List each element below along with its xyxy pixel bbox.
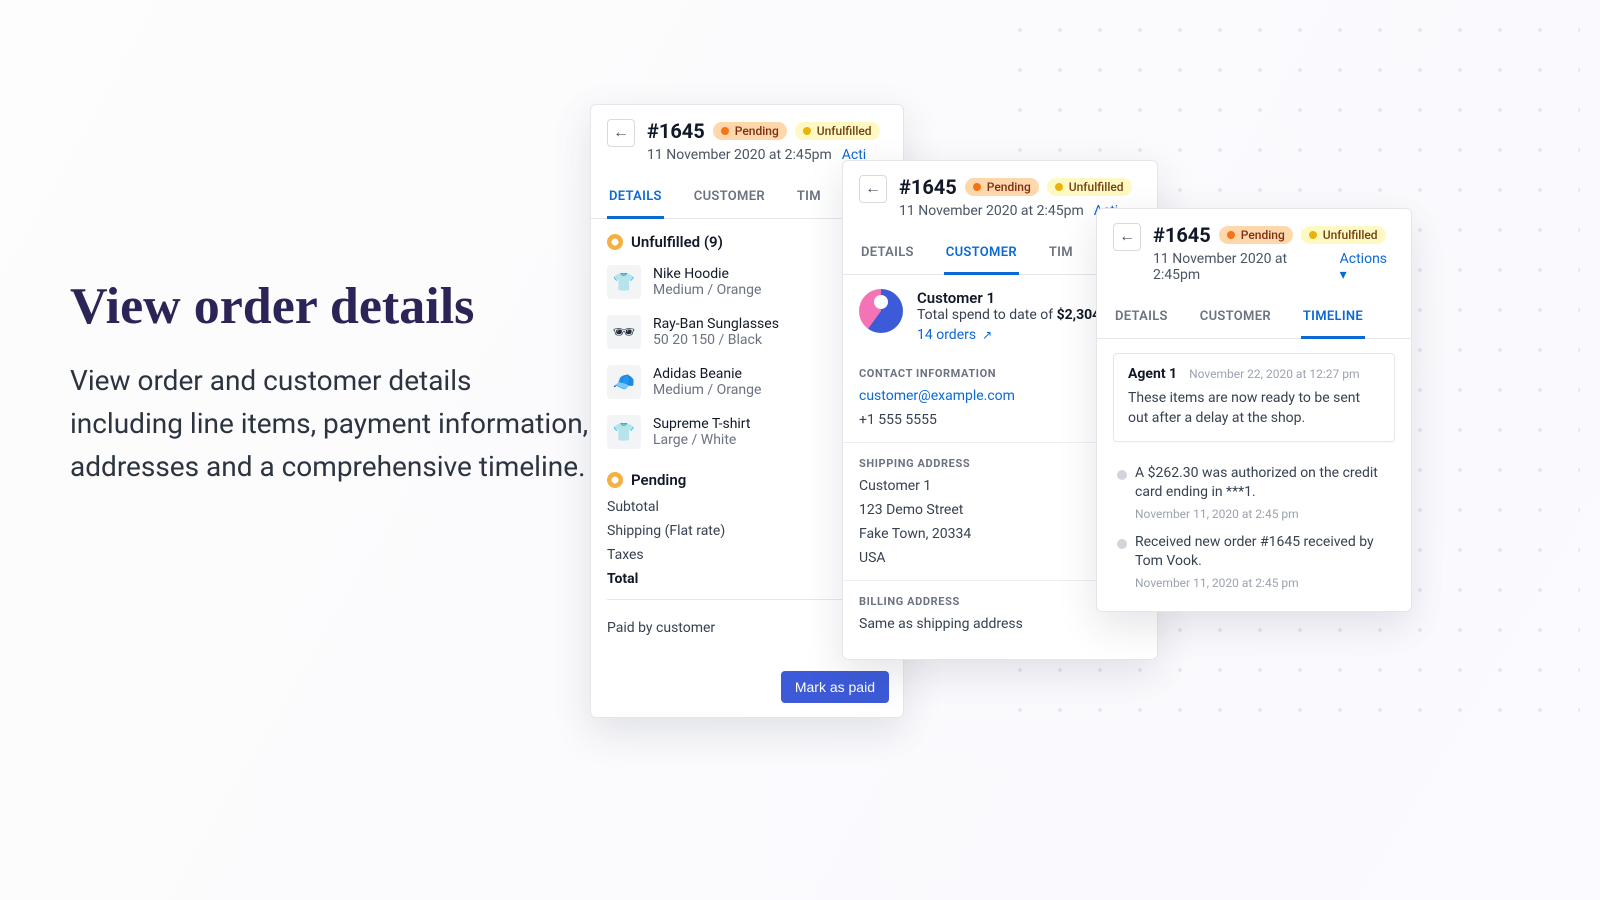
tab-customer[interactable]: CUSTOMER [944,235,1019,275]
page-heading: View order details [70,280,590,335]
status-badge-pending: Pending [1219,226,1293,244]
order-id: #1645 [647,119,705,143]
product-variant: Medium / Orange [653,282,867,298]
unfulfilled-header: Unfulfilled (9) [631,233,723,251]
timeline-time: November 11, 2020 at 2:45 pm [1135,507,1395,521]
shipping-label: Shipping (Flat rate) [607,523,725,539]
tab-customer[interactable]: CUSTOMER [692,179,767,218]
customer-avatar [859,289,903,333]
timeline-event: Received new order #1645 received by Tom… [1097,525,1411,594]
customer-spend: Total spend to date of $2,304.0 [917,307,1112,323]
taxes-label: Taxes [607,547,644,563]
status-badge-unfulfilled: Unfulfilled [795,122,880,140]
timeline-event: A $262.30 was authorized on the credit c… [1097,456,1411,525]
status-badge-pending: Pending [965,178,1039,196]
mark-as-paid-button[interactable]: Mark as paid [781,671,889,703]
status-badge-unfulfilled: Unfulfilled [1301,226,1386,244]
customer-name: Customer 1 [917,289,1112,307]
tab-details[interactable]: DETAILS [607,179,664,219]
product-variant: Medium / Orange [653,382,867,398]
page-subheading: View order and customer details includin… [70,359,590,489]
order-id: #1645 [899,175,957,199]
product-variant: Large / White [653,432,867,448]
tab-details[interactable]: DETAILS [1113,299,1170,338]
tab-details[interactable]: DETAILS [859,235,916,274]
order-timestamp: 11 November 2020 at 2:45pm [1153,251,1330,283]
tab-timeline[interactable]: TIM [1047,235,1075,274]
note-body: These items are now ready to be sent out… [1128,388,1380,429]
order-id: #1645 [1153,223,1211,247]
actions-menu[interactable]: Actions ▾ [1340,251,1395,283]
total-label: Total [607,571,638,587]
product-variant: 50 20 150 / Black [653,332,867,348]
unfulfilled-icon [607,234,623,250]
product-name: Supreme T-shirt [653,416,867,432]
order-timeline-card: ← #1645 Pending Unfulfilled 11 November … [1096,208,1412,612]
pending-icon [607,472,623,488]
product-name: Adidas Beanie [653,366,867,382]
timeline-note: Agent 1 November 22, 2020 at 12:27 pm The… [1113,353,1395,442]
back-button[interactable]: ← [1113,223,1141,251]
timeline-text: Received new order #1645 received by Tom… [1135,533,1395,572]
product-thumb: 👕 [607,415,641,449]
note-author: Agent 1 [1128,366,1177,382]
order-timestamp: 11 November 2020 at 2:45pm [899,203,1084,219]
product-name: Nike Hoodie [653,266,867,282]
product-name: Ray-Ban Sunglasses [653,316,867,332]
customer-orders-link[interactable]: 14 orders [917,327,992,343]
product-thumb: 🕶 [607,315,641,349]
back-button[interactable]: ← [859,175,887,203]
status-badge-pending: Pending [713,122,787,140]
timeline-time: November 11, 2020 at 2:45 pm [1135,576,1395,590]
product-thumb: 🧢 [607,365,641,399]
chevron-down-icon: ▾ [1340,267,1347,283]
tab-timeline[interactable]: TIM [795,179,823,218]
pending-header: Pending [631,471,686,489]
subtotal-label: Subtotal [607,499,659,515]
timeline-text: A $262.30 was authorized on the credit c… [1135,464,1395,503]
billing-same: Same as shipping address [843,612,1157,636]
back-button[interactable]: ← [607,119,635,147]
status-badge-unfulfilled: Unfulfilled [1047,178,1132,196]
order-timestamp: 11 November 2020 at 2:45pm [647,147,832,163]
product-thumb: 👕 [607,265,641,299]
note-time: November 22, 2020 at 12:27 pm [1189,367,1359,381]
tab-timeline[interactable]: TIMELINE [1301,299,1365,339]
tab-customer[interactable]: CUSTOMER [1198,299,1273,338]
